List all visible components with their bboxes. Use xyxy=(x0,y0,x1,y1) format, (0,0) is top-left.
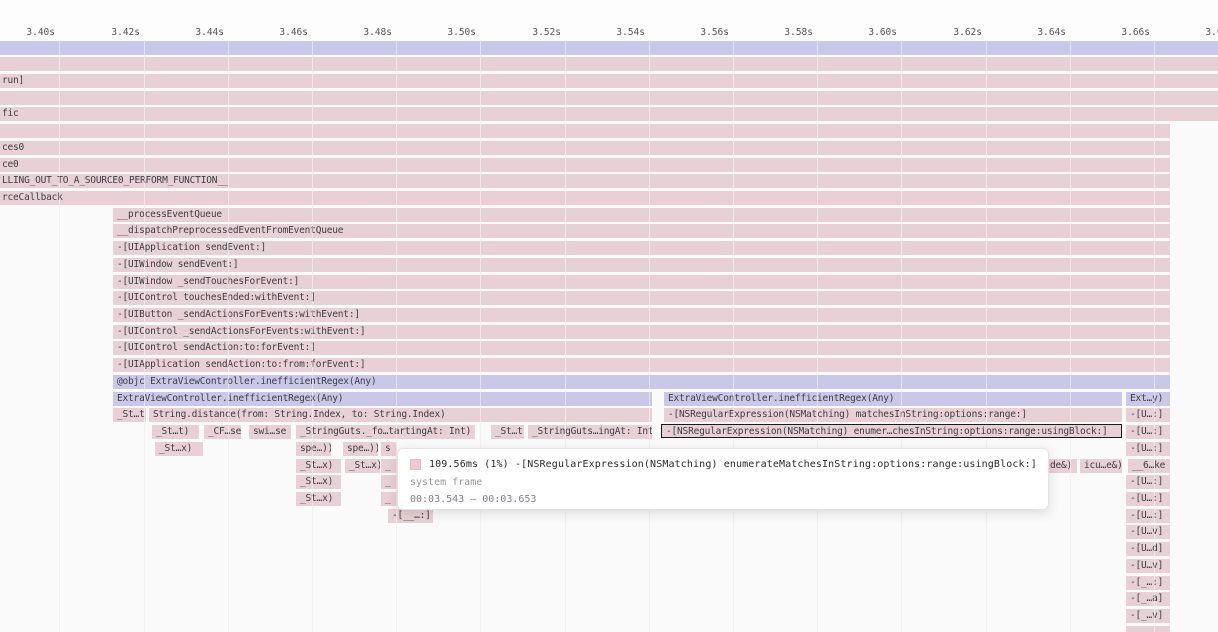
stack-frame-bar[interactable]: -[U…:] xyxy=(1126,442,1170,456)
stack-frame-bar[interactable] xyxy=(1126,626,1170,632)
stack-frame-bar[interactable]: -[UIApplication sendAction:to:from:forEv… xyxy=(113,358,1170,372)
stack-frame-bar[interactable]: _St…x) xyxy=(345,459,380,473)
stack-frame-bar[interactable]: run] xyxy=(0,74,1218,88)
stack-frame-bar[interactable]: -[_…v] xyxy=(1126,609,1170,623)
stack-frame-bar[interactable]: -[UIApplication sendEvent:] xyxy=(113,241,1170,255)
stack-frame-bar[interactable]: -[UIWindow sendEvent:] xyxy=(113,258,1170,272)
stack-frame-bar[interactable]: _St…t) xyxy=(491,425,524,439)
stack-frame-bar[interactable]: _ xyxy=(381,475,397,489)
stack-frame-bar[interactable]: ces0 xyxy=(0,141,1170,155)
stack-frame-bar[interactable]: _St…x) xyxy=(296,492,341,506)
stack-frame-bar[interactable]: -[U…:] xyxy=(1126,425,1170,439)
stack-frame-bar[interactable]: _St…x) xyxy=(296,475,341,489)
gridline-overlay xyxy=(1154,40,1155,632)
gridline-overlay xyxy=(649,40,650,632)
stack-frame-bar[interactable]: -[__…:] xyxy=(388,509,433,523)
stack-frame-bar[interactable]: -[UIControl sendAction:to:forEvent:] xyxy=(113,341,1170,355)
tooltip-subtitle: system frame xyxy=(410,472,1036,492)
stack-frame-bar[interactable]: _St…x) xyxy=(155,442,203,456)
tooltip-title-row: 109.56ms (1%) -[NSRegularExpression(NSMa… xyxy=(410,456,1036,472)
stack-frame-bar[interactable]: String.distance(from: String.Index, to: … xyxy=(149,408,652,422)
frame-tooltip: 109.56ms (1%) -[NSRegularExpression(NSMa… xyxy=(397,448,1049,510)
stack-frame-bar[interactable]: __6…ke xyxy=(1128,459,1170,473)
stack-frame-bar[interactable]: -[_…a] xyxy=(1126,592,1170,606)
stack-frame-bar[interactable] xyxy=(0,57,1218,71)
stack-frame-bar[interactable]: _St…x) xyxy=(296,459,341,473)
frame-color-swatch-icon xyxy=(410,459,421,470)
stack-frame-bar[interactable]: -[UIControl _sendActionsForEvents:withEv… xyxy=(113,325,1170,339)
gridline-overlay xyxy=(144,40,145,632)
gridline-overlay xyxy=(228,40,229,632)
tooltip-time-range: 00:03.543 — 00:03.653 xyxy=(410,492,1036,508)
stack-frame-bar[interactable]: de&) xyxy=(1046,459,1077,473)
stack-frame-bar[interactable]: -[U…:] xyxy=(1126,408,1170,422)
stack-frame-bar[interactable]: -[U…d] xyxy=(1126,542,1170,556)
tooltip-title: 109.56ms (1%) -[NSRegularExpression(NSMa… xyxy=(429,459,1036,470)
stack-frame-bar[interactable]: _CF…se xyxy=(204,425,241,439)
stack-frame-bar[interactable]: -[U…:] xyxy=(1126,509,1170,523)
stack-frame-bar[interactable]: -[U…:] xyxy=(1126,492,1170,506)
stack-frame-bar[interactable]: -[U…v] xyxy=(1126,525,1170,539)
stack-frame-bar[interactable]: __dispatchPreprocessedEventFromEventQueu… xyxy=(113,224,1170,238)
stack-frame-bar[interactable]: swi…se xyxy=(249,425,291,439)
stack-frame-bar[interactable]: s xyxy=(381,442,397,456)
gridline-overlay xyxy=(480,40,481,632)
stack-frame-bar[interactable]: @objc ExtraViewController.inefficientReg… xyxy=(113,375,1170,389)
stack-frame-bar[interactable]: _St…t) xyxy=(152,425,199,439)
call-tree-flame-rows: run] fic ces0 ce0 LLING_OUT_TO_A_SOURCE0_PER… xyxy=(0,0,1218,632)
stack-frame-bar[interactable]: -[_…:] xyxy=(1126,576,1170,590)
stack-frame-bar[interactable] xyxy=(0,91,1218,105)
stack-frame-bar[interactable]: _ xyxy=(381,492,397,506)
stack-frame-bar[interactable]: -[U…:] xyxy=(1126,475,1170,489)
gridline-overlay xyxy=(901,40,902,632)
stack-frame-bar[interactable] xyxy=(0,124,1170,138)
stack-frame-bar[interactable]: -[U…v] xyxy=(1126,559,1170,573)
stack-frame-bar[interactable]: _StringGuts…ingAt: Int) xyxy=(528,425,652,439)
stack-frame-bar[interactable]: ce0 xyxy=(0,158,1170,172)
stack-frame-bar[interactable]: icu…e&) xyxy=(1080,459,1122,473)
stack-frame-bar[interactable]: _StringGuts._fo…tartingAt: Int) xyxy=(296,425,475,439)
gridline-overlay xyxy=(396,40,397,632)
stack-frame-bar[interactable]: -[UIControl touchesEnded:withEvent:] xyxy=(113,291,1170,305)
gridline-overlay xyxy=(312,40,313,632)
time-profiler-flame-chart: 3.40s3.42s3.44s3.46s3.48s3.50s3.52s3.54s… xyxy=(0,0,1218,632)
gridline-overlay xyxy=(1070,40,1071,632)
gridline-overlay xyxy=(59,40,60,632)
stack-frame-bar[interactable]: _St…t) xyxy=(113,408,146,422)
stack-frame-bar[interactable]: -[UIButton _sendActionsForEvents:withEve… xyxy=(113,308,1170,322)
stack-frame-bar[interactable]: ExtraViewController.inefficientRegex(Any… xyxy=(113,392,652,406)
gridline-overlay xyxy=(565,40,566,632)
stack-frame-bar[interactable]: _ xyxy=(381,459,397,473)
stack-frame-bar[interactable]: rceCallback xyxy=(0,191,1170,205)
stack-frame-bar[interactable]: fic xyxy=(0,107,1218,121)
stack-frame-bar[interactable]: Ext…y) xyxy=(1126,392,1170,406)
stack-frame-bar[interactable]: spe…)) xyxy=(296,442,331,456)
gridline-overlay xyxy=(986,40,987,632)
stack-frame-bar[interactable]: __processEventQueue xyxy=(113,208,1170,222)
stack-frame-bar[interactable]: -[UIWindow _sendTouchesForEvent:] xyxy=(113,275,1170,289)
selected-stack-frame-bar[interactable]: -[NSRegularExpression(NSMatching) enumer… xyxy=(661,424,1122,438)
stack-frame-bar[interactable]: LLING_OUT_TO_A_SOURCE0_PERFORM_FUNCTION_… xyxy=(0,174,1170,188)
gridline-overlay xyxy=(817,40,818,632)
gridline-overlay xyxy=(733,40,734,632)
stack-frame-bar[interactable]: spe…)) xyxy=(343,442,378,456)
stack-frame-bar[interactable] xyxy=(0,41,1218,55)
